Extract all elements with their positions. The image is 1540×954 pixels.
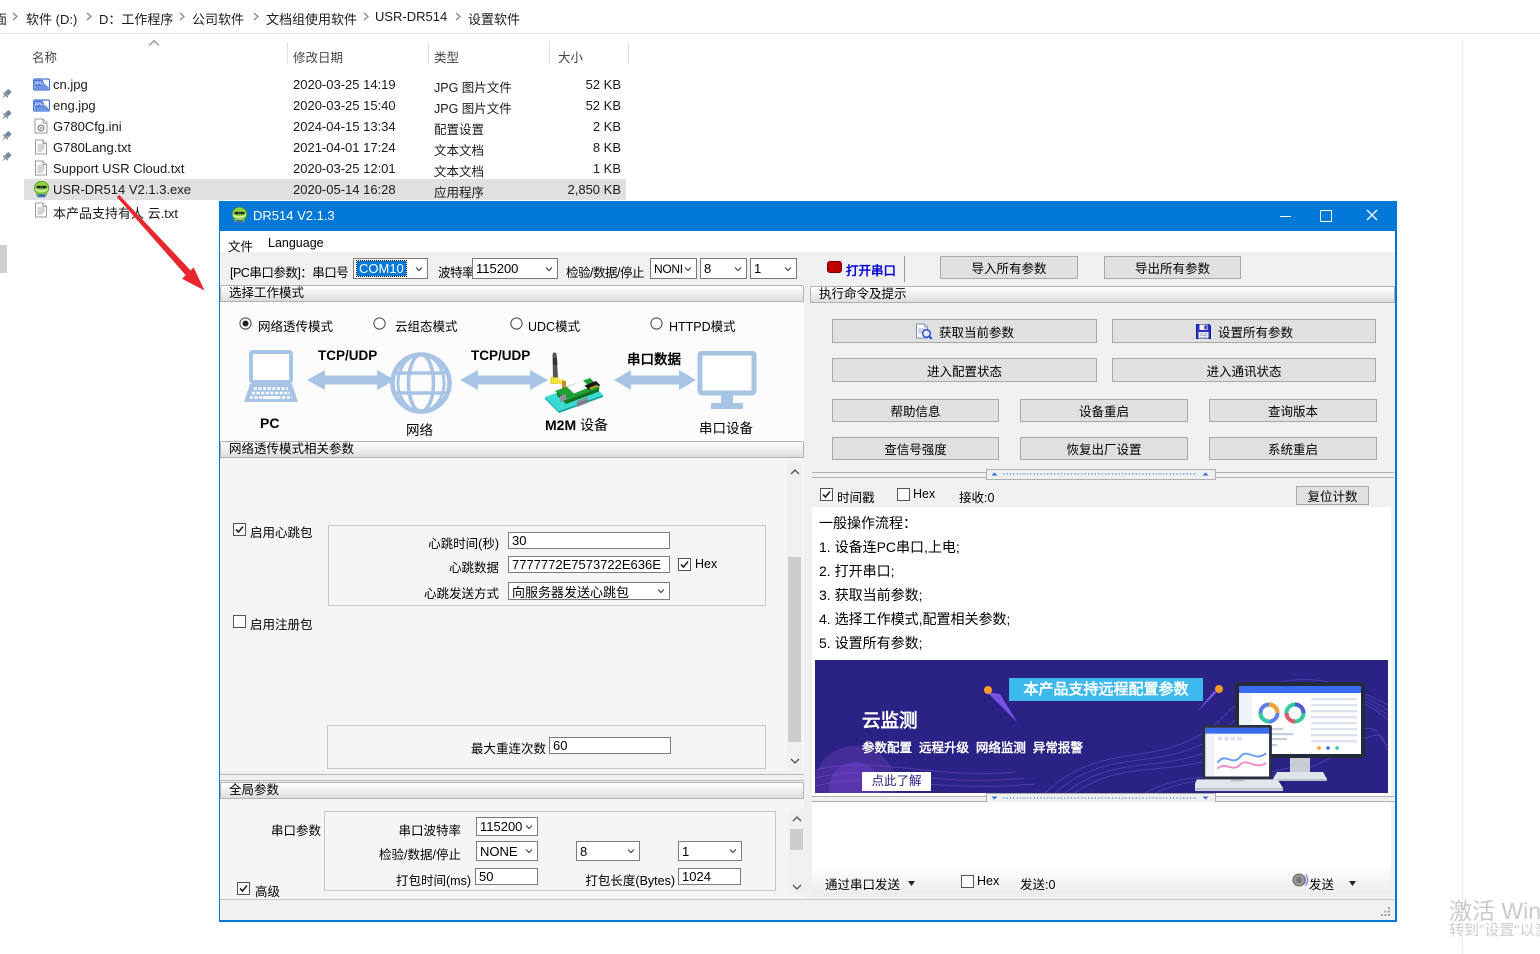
svg-text:JPG: JPG — [34, 101, 44, 106]
svg-text:JPG: JPG — [34, 80, 44, 85]
